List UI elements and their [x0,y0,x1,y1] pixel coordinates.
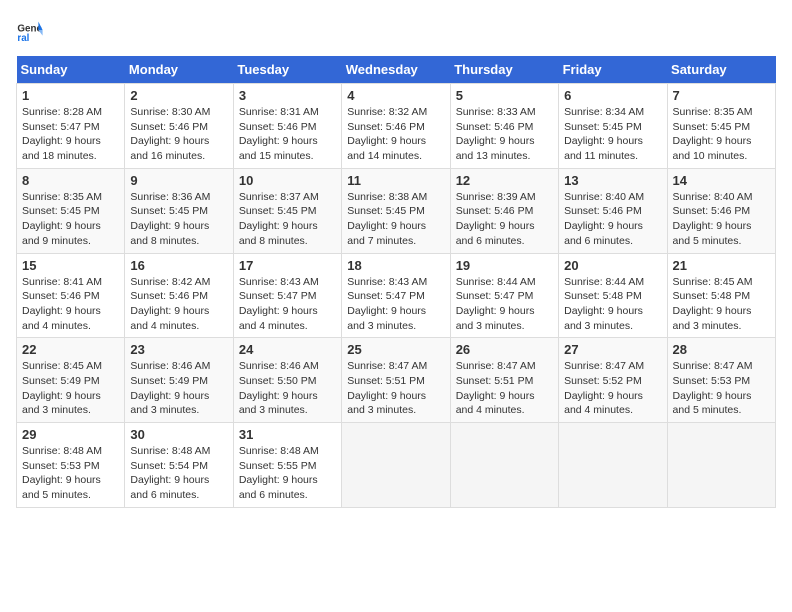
table-row: 9Sunrise: 8:36 AMSunset: 5:45 PMDaylight… [125,168,233,253]
table-row: 26Sunrise: 8:47 AMSunset: 5:51 PMDayligh… [450,338,558,423]
header-cell-wednesday: Wednesday [342,56,450,84]
table-row: 25Sunrise: 8:47 AMSunset: 5:51 PMDayligh… [342,338,450,423]
table-row: 4Sunrise: 8:32 AMSunset: 5:46 PMDaylight… [342,84,450,169]
table-row: 29Sunrise: 8:48 AMSunset: 5:53 PMDayligh… [17,423,125,508]
table-row [667,423,775,508]
table-row: 3Sunrise: 8:31 AMSunset: 5:46 PMDaylight… [233,84,341,169]
calendar-week-2: 8Sunrise: 8:35 AMSunset: 5:45 PMDaylight… [17,168,776,253]
table-row: 21Sunrise: 8:45 AMSunset: 5:48 PMDayligh… [667,253,775,338]
table-row: 24Sunrise: 8:46 AMSunset: 5:50 PMDayligh… [233,338,341,423]
header-cell-saturday: Saturday [667,56,775,84]
table-row: 6Sunrise: 8:34 AMSunset: 5:45 PMDaylight… [559,84,667,169]
table-row: 7Sunrise: 8:35 AMSunset: 5:45 PMDaylight… [667,84,775,169]
table-row [450,423,558,508]
table-row: 8Sunrise: 8:35 AMSunset: 5:45 PMDaylight… [17,168,125,253]
table-row: 10Sunrise: 8:37 AMSunset: 5:45 PMDayligh… [233,168,341,253]
header-cell-monday: Monday [125,56,233,84]
header-row: SundayMondayTuesdayWednesdayThursdayFrid… [17,56,776,84]
table-row: 28Sunrise: 8:47 AMSunset: 5:53 PMDayligh… [667,338,775,423]
table-row: 19Sunrise: 8:44 AMSunset: 5:47 PMDayligh… [450,253,558,338]
table-row: 23Sunrise: 8:46 AMSunset: 5:49 PMDayligh… [125,338,233,423]
svg-text:ral: ral [17,33,29,44]
header-cell-sunday: Sunday [17,56,125,84]
page-header: Gene ral [16,16,776,44]
calendar-week-1: 1Sunrise: 8:28 AMSunset: 5:47 PMDaylight… [17,84,776,169]
calendar-week-5: 29Sunrise: 8:48 AMSunset: 5:53 PMDayligh… [17,423,776,508]
table-row: 16Sunrise: 8:42 AMSunset: 5:46 PMDayligh… [125,253,233,338]
calendar-week-4: 22Sunrise: 8:45 AMSunset: 5:49 PMDayligh… [17,338,776,423]
table-row [559,423,667,508]
table-row: 17Sunrise: 8:43 AMSunset: 5:47 PMDayligh… [233,253,341,338]
table-row: 30Sunrise: 8:48 AMSunset: 5:54 PMDayligh… [125,423,233,508]
table-row: 13Sunrise: 8:40 AMSunset: 5:46 PMDayligh… [559,168,667,253]
calendar-week-3: 15Sunrise: 8:41 AMSunset: 5:46 PMDayligh… [17,253,776,338]
table-row: 18Sunrise: 8:43 AMSunset: 5:47 PMDayligh… [342,253,450,338]
table-row: 15Sunrise: 8:41 AMSunset: 5:46 PMDayligh… [17,253,125,338]
header-cell-tuesday: Tuesday [233,56,341,84]
calendar-table: SundayMondayTuesdayWednesdayThursdayFrid… [16,56,776,508]
table-row: 31Sunrise: 8:48 AMSunset: 5:55 PMDayligh… [233,423,341,508]
logo-icon: Gene ral [16,16,44,44]
table-row: 14Sunrise: 8:40 AMSunset: 5:46 PMDayligh… [667,168,775,253]
header-cell-thursday: Thursday [450,56,558,84]
table-row: 12Sunrise: 8:39 AMSunset: 5:46 PMDayligh… [450,168,558,253]
table-row [342,423,450,508]
logo: Gene ral [16,16,48,44]
table-row: 22Sunrise: 8:45 AMSunset: 5:49 PMDayligh… [17,338,125,423]
table-row: 11Sunrise: 8:38 AMSunset: 5:45 PMDayligh… [342,168,450,253]
header-cell-friday: Friday [559,56,667,84]
table-row: 5Sunrise: 8:33 AMSunset: 5:46 PMDaylight… [450,84,558,169]
table-row: 20Sunrise: 8:44 AMSunset: 5:48 PMDayligh… [559,253,667,338]
table-row: 1Sunrise: 8:28 AMSunset: 5:47 PMDaylight… [17,84,125,169]
table-row: 2Sunrise: 8:30 AMSunset: 5:46 PMDaylight… [125,84,233,169]
table-row: 27Sunrise: 8:47 AMSunset: 5:52 PMDayligh… [559,338,667,423]
